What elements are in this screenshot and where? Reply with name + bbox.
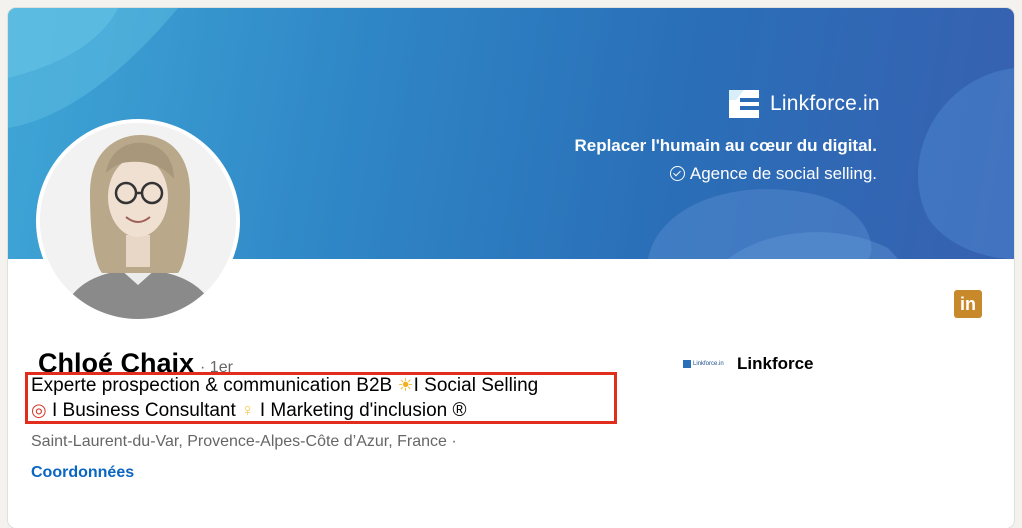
linkforce-logo-icon: [729, 90, 759, 118]
company-logo: Linkforce.in: [683, 358, 727, 370]
banner-brand: Linkforce.in: [726, 86, 880, 122]
check-circle-icon: [669, 166, 685, 181]
banner-tagline-2-text: Agence de social selling.: [689, 164, 877, 183]
avatar-portrait-image: [40, 123, 236, 319]
headline-line-1: Experte prospection & communication B2B …: [31, 375, 538, 397]
profile-avatar[interactable]: [36, 119, 240, 323]
sun-emoji-icon: ☀: [397, 375, 414, 395]
headline-line-2: ◎ I Business Consultant ♀ I Marketing d'…: [31, 400, 467, 422]
target-emoji-icon: ◎: [31, 400, 47, 420]
headline-text-1b: I Social Selling: [413, 375, 539, 396]
company-logo-text: Linkforce.in: [693, 361, 724, 367]
avatar-photo: [40, 123, 236, 319]
company-logo-mark-icon: [683, 360, 691, 368]
headline-text-1a: Experte prospection & communication B2B: [31, 375, 398, 396]
lightbulb-emoji-icon: ♀: [241, 400, 255, 420]
contact-info-link[interactable]: Coordonnées: [31, 464, 134, 482]
headline-text-2a: I Business Consultant: [46, 400, 242, 421]
linkedin-icon[interactable]: in: [954, 290, 982, 318]
company-name: Linkforce: [737, 354, 814, 373]
banner-brand-name: Linkforce.in: [770, 92, 880, 115]
current-company[interactable]: Linkforce.in Linkforce: [683, 354, 814, 374]
profile-location: Saint-Laurent-du-Var, Provence-Alpes-Côt…: [31, 433, 457, 450]
headline-text-2b: I Marketing d'inclusion ®: [254, 400, 467, 421]
